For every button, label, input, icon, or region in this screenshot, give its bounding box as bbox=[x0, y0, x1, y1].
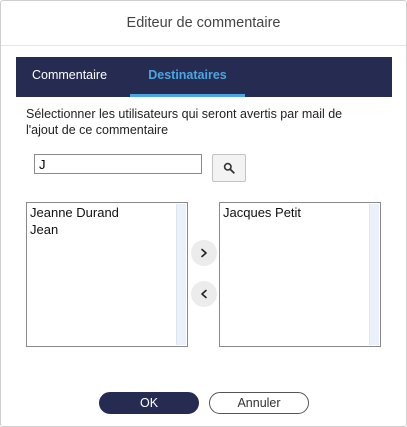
available-users-list[interactable]: Jeanne Durand Jean bbox=[26, 202, 188, 347]
title-divider bbox=[1, 45, 406, 46]
tab-destinataires[interactable]: Destinataires bbox=[130, 57, 245, 97]
search-button[interactable] bbox=[212, 154, 246, 182]
selected-users-list[interactable]: Jacques Petit bbox=[219, 202, 381, 347]
instructions-text: Sélectionner les utilisateurs qui seront… bbox=[26, 107, 343, 137]
dialog-title: Editeur de commentaire bbox=[126, 15, 281, 31]
selected-list-scrollbar[interactable] bbox=[369, 204, 379, 345]
add-recipient-button[interactable] bbox=[191, 240, 217, 266]
tab-commentaire[interactable]: Commentaire bbox=[32, 57, 107, 94]
cancel-button[interactable]: Annuler bbox=[209, 392, 309, 414]
list-item[interactable]: Jean bbox=[27, 221, 187, 238]
list-item[interactable]: Jeanne Durand bbox=[27, 204, 187, 221]
chevron-right-icon bbox=[201, 248, 207, 258]
search-icon bbox=[223, 162, 235, 174]
available-list-scrollbar[interactable] bbox=[176, 204, 186, 345]
list-item[interactable]: Jacques Petit bbox=[220, 204, 380, 221]
comment-editor-dialog: Editeur de commentaire Commentaire Desti… bbox=[0, 0, 407, 427]
remove-recipient-button[interactable] bbox=[191, 281, 217, 307]
user-search-input[interactable] bbox=[34, 154, 202, 174]
tab-bar: Commentaire Destinataires bbox=[16, 57, 392, 97]
chevron-left-icon bbox=[201, 289, 207, 299]
ok-button[interactable]: OK bbox=[99, 392, 199, 414]
